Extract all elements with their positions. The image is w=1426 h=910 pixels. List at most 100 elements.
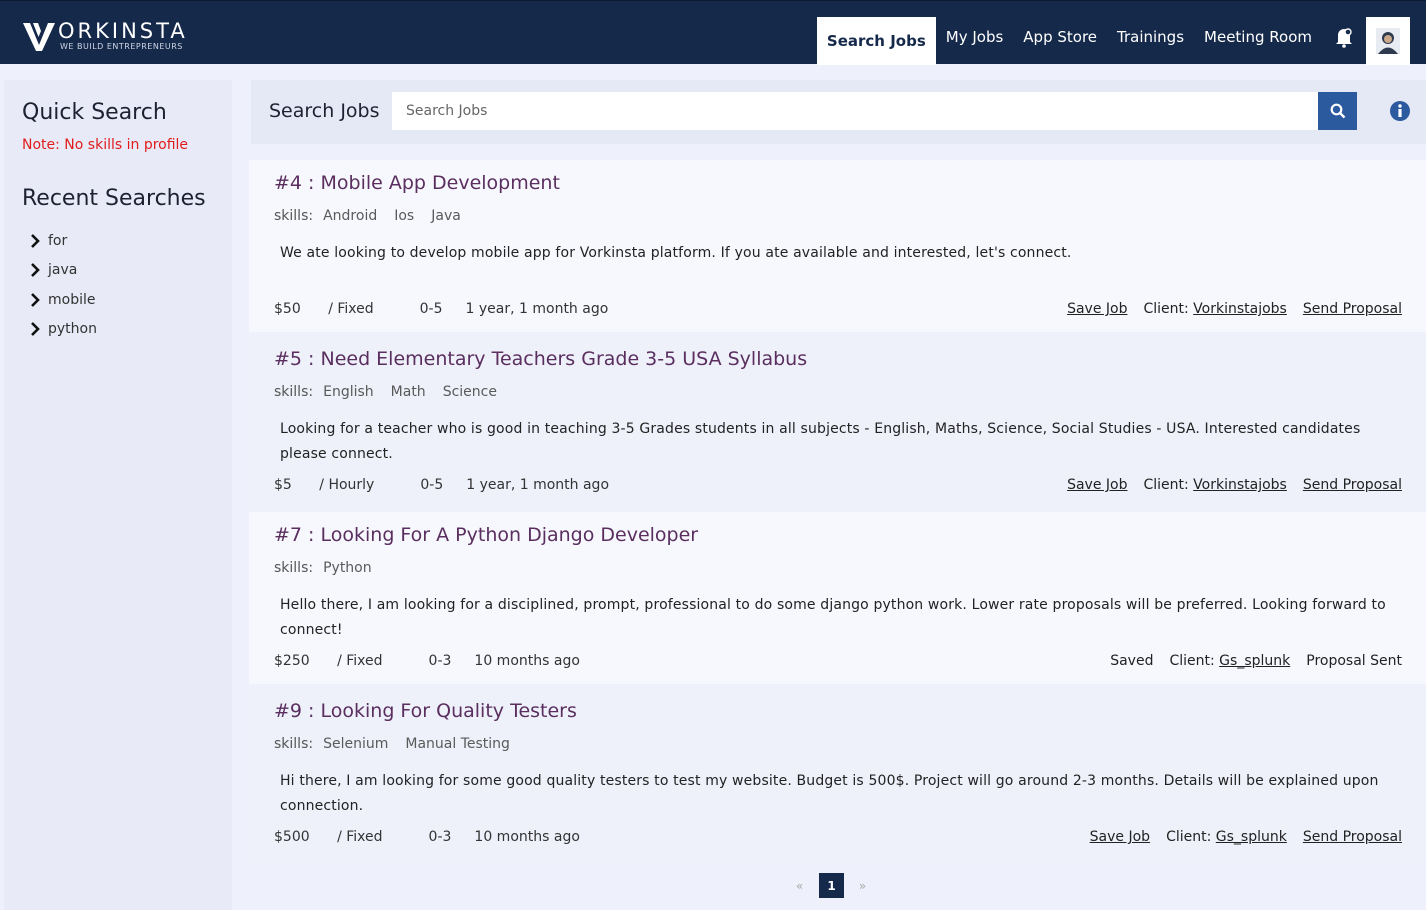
search-input[interactable] bbox=[392, 92, 1318, 130]
recent-search-item[interactable]: java bbox=[30, 256, 97, 286]
job-price-amount: $250 bbox=[274, 653, 310, 669]
save-job-button[interactable]: Save Job bbox=[1067, 477, 1127, 493]
main-nav: Search Jobs My Jobs App Store Trainings … bbox=[816, 17, 1410, 65]
job-price-type: / Fixed bbox=[337, 829, 383, 845]
skill-tag: Math bbox=[390, 384, 426, 400]
job-description: Hi there, I am looking for some good qua… bbox=[280, 773, 1379, 814]
proposal-status: Proposal Sent bbox=[1306, 653, 1402, 669]
recent-search-item[interactable]: for bbox=[30, 226, 97, 256]
save-job-button[interactable]: Save Job bbox=[1067, 301, 1127, 317]
recent-searches-heading: Recent Searches bbox=[22, 186, 206, 211]
job-title[interactable]: #4 : Mobile App Development bbox=[274, 172, 560, 194]
nav-trainings[interactable]: Trainings bbox=[1107, 17, 1194, 57]
skill-tag: Java bbox=[431, 208, 461, 224]
job-price-type: / Fixed bbox=[337, 653, 383, 669]
send-proposal-button[interactable]: Send Proposal bbox=[1303, 477, 1402, 493]
skill-tag: English bbox=[323, 384, 374, 400]
nav-app-store[interactable]: App Store bbox=[1013, 17, 1107, 57]
avatar-icon bbox=[1376, 28, 1400, 54]
recent-search-label: for bbox=[48, 232, 68, 249]
job-meta: $50 / Fixed 0-5 1 year, 1 month ago bbox=[274, 301, 631, 317]
job-card: #9 : Looking For Quality Testers skills:… bbox=[249, 688, 1426, 860]
job-client: Client: Vorkinstajobs bbox=[1143, 477, 1286, 493]
next-page-button[interactable]: » bbox=[850, 873, 875, 898]
nav-meeting-room[interactable]: Meeting Room bbox=[1194, 17, 1322, 57]
skill-tag: Manual Testing bbox=[405, 736, 510, 752]
search-button[interactable] bbox=[1318, 92, 1357, 130]
nav-my-jobs[interactable]: My Jobs bbox=[936, 17, 1014, 57]
client-link[interactable]: Gs_splunk bbox=[1216, 829, 1287, 845]
nav-search-jobs[interactable]: Search Jobs bbox=[816, 17, 936, 65]
job-price: $250 / Fixed bbox=[274, 653, 406, 669]
client-label: Client: bbox=[1166, 829, 1212, 845]
client-link[interactable]: Gs_splunk bbox=[1219, 653, 1290, 669]
chevron-right-icon bbox=[31, 233, 40, 248]
job-actions: Saved Client: Gs_splunk Proposal Sent bbox=[1094, 653, 1402, 669]
info-icon[interactable] bbox=[1389, 100, 1411, 122]
job-client: Client: Gs_splunk bbox=[1166, 829, 1287, 845]
client-link[interactable]: Vorkinstajobs bbox=[1193, 301, 1287, 317]
chevron-right-icon bbox=[31, 263, 40, 278]
job-experience: 0-5 bbox=[419, 301, 443, 317]
client-link[interactable]: Vorkinstajobs bbox=[1193, 477, 1287, 493]
job-experience: 0-3 bbox=[428, 829, 452, 845]
job-card: #4 : Mobile App Development skills: Andr… bbox=[249, 160, 1426, 332]
job-meta: $5 / Hourly 0-5 1 year, 1 month ago bbox=[274, 477, 632, 493]
client-label: Client: bbox=[1169, 653, 1215, 669]
brand-tagline: WE BUILD ENTREPRENEURS bbox=[60, 41, 183, 51]
notification-icon bbox=[1336, 28, 1352, 48]
job-posted: 10 months ago bbox=[474, 829, 580, 845]
job-actions: Save Job Client: Vorkinstajobs Send Prop… bbox=[1051, 477, 1402, 493]
job-price: $50 / Fixed bbox=[274, 301, 397, 317]
job-price-amount: $50 bbox=[274, 301, 301, 317]
job-posted: 10 months ago bbox=[474, 653, 580, 669]
job-price: $5 / Hourly bbox=[274, 477, 397, 493]
send-proposal-button[interactable]: Send Proposal bbox=[1303, 829, 1402, 845]
job-card: #7 : Looking For A Python Django Develop… bbox=[249, 512, 1426, 684]
job-title[interactable]: #9 : Looking For Quality Testers bbox=[274, 700, 577, 722]
job-posted: 1 year, 1 month ago bbox=[466, 477, 610, 493]
brand-logo[interactable]: ORKINSTA WE BUILD ENTREPRENEURS bbox=[22, 15, 188, 55]
saved-status: Saved bbox=[1110, 653, 1154, 669]
skills-label: skills: bbox=[274, 208, 314, 224]
save-job-button[interactable]: Save Job bbox=[1090, 829, 1150, 845]
profile-skills-note: Note: No skills in profile bbox=[22, 137, 189, 153]
recent-search-label: java bbox=[48, 262, 78, 279]
sidebar: Quick Search Note: No skills in profile … bbox=[4, 80, 232, 910]
job-skills: skills: Selenium Manual Testing bbox=[274, 736, 527, 752]
search-bar: Search Jobs bbox=[251, 80, 1426, 144]
job-title[interactable]: #7 : Looking For A Python Django Develop… bbox=[274, 524, 698, 546]
top-navbar: ORKINSTA WE BUILD ENTREPRENEURS Search J… bbox=[0, 0, 1426, 65]
skill-tag: Ios bbox=[394, 208, 415, 224]
brand-name: ORKINSTA bbox=[58, 18, 188, 43]
job-price-type: / Hourly bbox=[319, 477, 375, 493]
job-price-amount: $500 bbox=[274, 829, 310, 845]
job-card: #5 : Need Elementary Teachers Grade 3-5 … bbox=[249, 336, 1426, 508]
skills-label: skills: bbox=[274, 384, 314, 400]
prev-page-button[interactable]: « bbox=[787, 873, 812, 898]
recent-search-item[interactable]: python bbox=[30, 315, 97, 345]
job-skills: skills: Python bbox=[274, 560, 389, 576]
job-meta: $500 / Fixed 0-3 10 months ago bbox=[274, 829, 603, 845]
skill-tag: Science bbox=[442, 384, 497, 400]
notification-button[interactable] bbox=[1322, 17, 1366, 57]
page-button-current[interactable]: 1 bbox=[819, 873, 844, 898]
job-client: Client: Gs_splunk bbox=[1169, 653, 1290, 669]
send-proposal-button[interactable]: Send Proposal bbox=[1303, 301, 1402, 317]
job-price-amount: $5 bbox=[274, 477, 292, 493]
skills-label: skills: bbox=[274, 736, 314, 752]
job-experience: 0-3 bbox=[428, 653, 452, 669]
job-skills: skills: Android Ios Java bbox=[274, 208, 478, 224]
job-description: Hello there, I am looking for a discipli… bbox=[280, 597, 1386, 638]
logo-icon bbox=[23, 23, 55, 51]
job-client: Client: Vorkinstajobs bbox=[1143, 301, 1286, 317]
job-title[interactable]: #5 : Need Elementary Teachers Grade 3-5 … bbox=[274, 348, 807, 370]
user-avatar[interactable] bbox=[1366, 17, 1410, 65]
recent-search-item[interactable]: mobile bbox=[30, 285, 97, 315]
job-experience: 0-5 bbox=[420, 477, 444, 493]
job-price-type: / Fixed bbox=[328, 301, 374, 317]
skill-tag: Android bbox=[323, 208, 378, 224]
quick-search-heading: Quick Search bbox=[22, 100, 167, 125]
skill-tag: Selenium bbox=[323, 736, 389, 752]
job-description: Looking for a teacher who is good in tea… bbox=[280, 421, 1361, 462]
